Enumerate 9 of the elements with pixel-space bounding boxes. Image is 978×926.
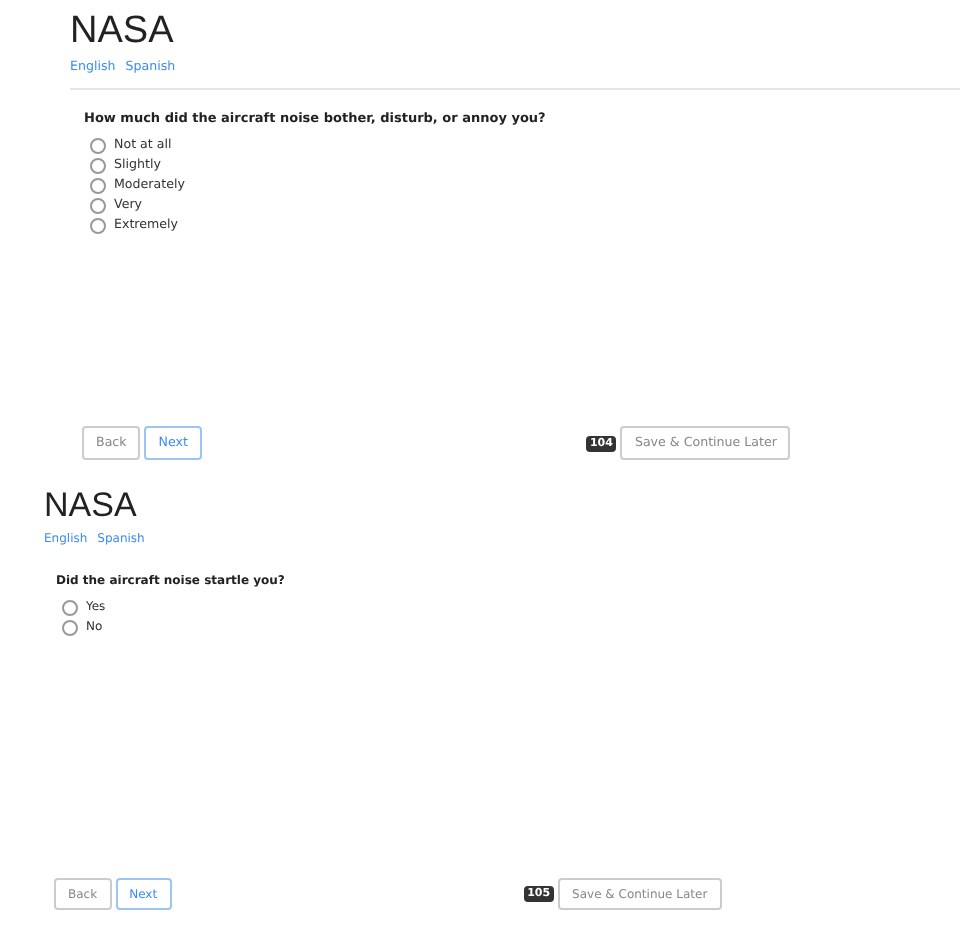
radio-button[interactable] [62,599,78,616]
site-title: NASA [44,488,139,526]
radio-button[interactable] [90,157,106,174]
radio-button[interactable] [62,619,78,636]
radio-button[interactable] [90,197,106,214]
radio-button[interactable] [90,177,106,194]
site-title: NASA [70,12,176,54]
radio-button[interactable] [90,137,106,154]
radio-button[interactable] [90,217,106,234]
